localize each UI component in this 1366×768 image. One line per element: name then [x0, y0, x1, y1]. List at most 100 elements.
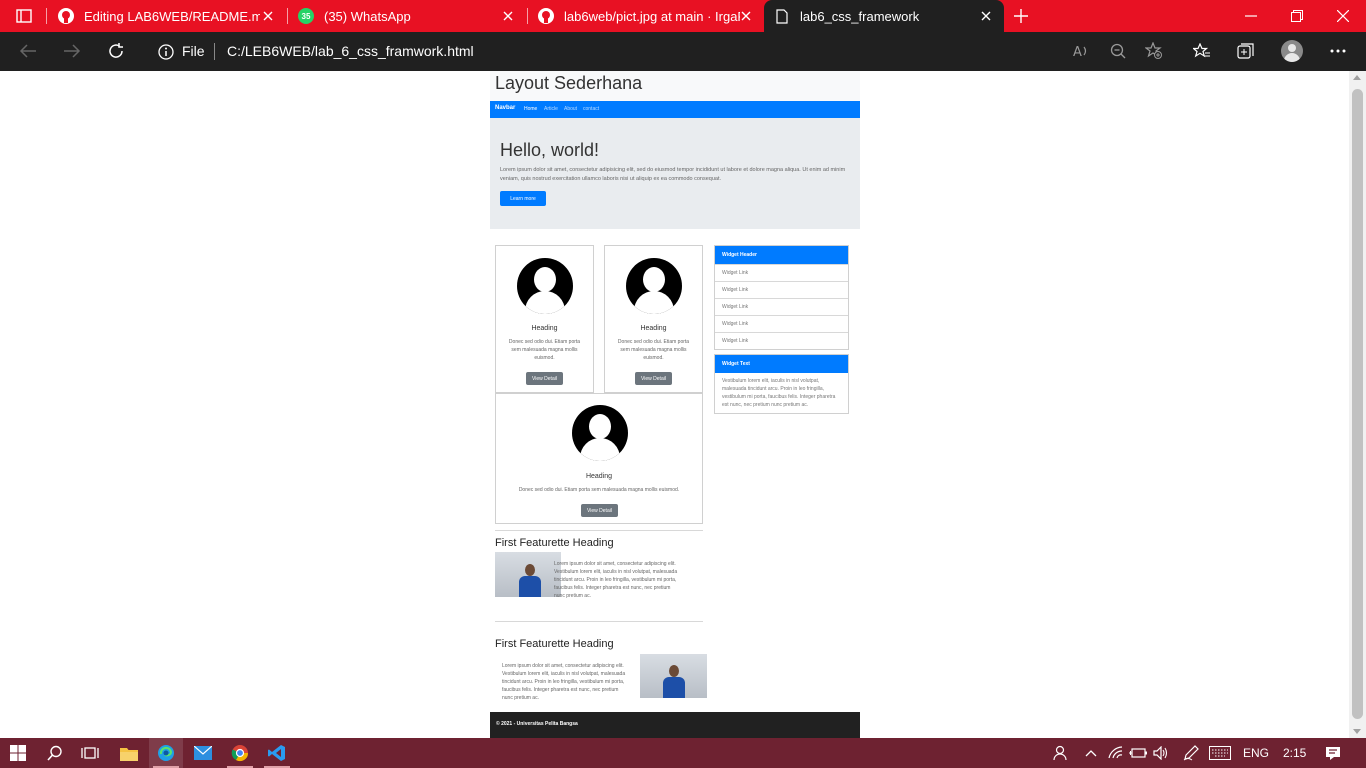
- view-detail-button[interactable]: View Detail: [635, 372, 672, 385]
- tab-actions-icon[interactable]: [10, 6, 38, 26]
- nav-link-about[interactable]: About: [564, 106, 577, 112]
- view-detail-button[interactable]: View Detail: [526, 372, 563, 385]
- navbar-brand[interactable]: Navbar: [495, 105, 515, 111]
- site-navbar: Navbar Home Article About contact: [490, 101, 860, 118]
- vscode-icon[interactable]: [266, 743, 288, 763]
- tab-pict[interactable]: lab6web/pict.jpg at main · IrgaRa: [528, 0, 764, 32]
- minimize-icon[interactable]: [1240, 6, 1262, 26]
- refresh-icon[interactable]: [104, 40, 128, 62]
- taskbar: ENG 2:15: [0, 738, 1366, 768]
- avatar-head: [534, 267, 556, 292]
- avatar-head: [1288, 44, 1296, 52]
- clock[interactable]: 2:15: [1283, 746, 1306, 760]
- featurette-heading: First Featurette Heading: [495, 537, 614, 549]
- file-explorer-icon[interactable]: [118, 743, 140, 763]
- zoom-out-icon[interactable]: [1107, 41, 1129, 61]
- photo-person-body: [663, 677, 685, 698]
- nav-link-contact[interactable]: contact: [583, 106, 599, 112]
- keyboard-icon[interactable]: [1209, 743, 1231, 763]
- card-heading: Heading: [531, 325, 558, 332]
- photo-person-head: [669, 665, 679, 677]
- page-header: Layout Sederhana: [490, 71, 860, 101]
- close-icon[interactable]: [260, 8, 276, 24]
- divider: [495, 621, 703, 622]
- github-icon: [58, 8, 74, 24]
- tab-strip: Editing LAB6WEB/README.md a 35 (35) What…: [0, 0, 1366, 32]
- widget-link[interactable]: Widget Link: [715, 315, 848, 332]
- nav-link-article[interactable]: Article: [544, 106, 558, 112]
- search-icon[interactable]: [44, 743, 66, 763]
- widget-text: Widget Text Vestibulum lorem elit, iacul…: [714, 354, 849, 414]
- widget-links: Widget Header Widget Link Widget Link Wi…: [714, 245, 849, 350]
- profile-card: Heading Donec sed odio dui. Etiam porta …: [495, 393, 703, 524]
- windows-start-icon[interactable]: [7, 743, 29, 763]
- photo-person-body: [519, 576, 541, 597]
- profile-avatar[interactable]: [1281, 40, 1303, 62]
- close-icon[interactable]: [738, 8, 754, 24]
- card-text: Donec sed odio dui. Etiam porta sem male…: [518, 487, 680, 493]
- tab-title: lab6_css_framework: [800, 8, 920, 24]
- add-favorite-icon[interactable]: [1143, 41, 1165, 61]
- featurette-photo: [495, 552, 561, 597]
- address-bar[interactable]: File C:/LEB6WEB/lab_6_css_framwork.html: [146, 36, 1066, 67]
- url-text[interactable]: C:/LEB6WEB/lab_6_css_framwork.html: [227, 43, 474, 59]
- user-avatar-icon: [517, 258, 573, 314]
- chevron-up-icon[interactable]: [1080, 743, 1102, 763]
- scrollbar-thumb[interactable]: [1352, 89, 1363, 719]
- card-text: Donec sed odio dui. Etiam porta sem male…: [617, 339, 690, 361]
- back-icon[interactable]: [16, 40, 40, 62]
- learn-more-button[interactable]: Learn more: [500, 191, 546, 206]
- new-tab-icon[interactable]: [1010, 6, 1032, 26]
- pen-workspace-icon[interactable]: [1180, 743, 1202, 763]
- widget-link[interactable]: Widget Link: [715, 264, 848, 281]
- close-window-icon[interactable]: [1332, 6, 1354, 26]
- favorites-icon[interactable]: [1191, 41, 1213, 61]
- edge-icon[interactable]: [155, 743, 177, 763]
- whatsapp-badge: 35: [298, 8, 314, 24]
- vertical-scrollbar[interactable]: [1349, 71, 1366, 738]
- nav-link-home[interactable]: Home: [524, 106, 537, 112]
- info-icon[interactable]: [158, 44, 174, 60]
- browser-toolbar: File C:/LEB6WEB/lab_6_css_framwork.html …: [0, 32, 1366, 71]
- avatar-body: [634, 291, 674, 314]
- tab-whatsapp[interactable]: 35 (35) WhatsApp: [288, 0, 526, 32]
- people-icon[interactable]: [1050, 743, 1072, 763]
- user-avatar-icon: [626, 258, 682, 314]
- featurette-text: Lorem ipsum dolor sit amet, consectetur …: [554, 561, 678, 599]
- scroll-down-icon[interactable]: [1353, 729, 1361, 734]
- wifi-icon[interactable]: [1105, 743, 1127, 763]
- url-scheme: File: [182, 43, 205, 59]
- card-text: Donec sed odio dui. Etiam porta sem male…: [508, 339, 581, 361]
- view-detail-button[interactable]: View Detail: [581, 504, 618, 517]
- jumbotron-text: Lorem ipsum dolor sit amet, consectetur …: [500, 167, 846, 182]
- tab-separator: [46, 8, 47, 24]
- tab-readme[interactable]: Editing LAB6WEB/README.md a: [48, 0, 286, 32]
- task-view-icon[interactable]: [79, 743, 101, 763]
- language-indicator[interactable]: ENG: [1243, 746, 1269, 760]
- read-aloud-icon[interactable]: A: [1071, 41, 1093, 61]
- tab-lab6-active[interactable]: lab6_css_framework: [764, 0, 1004, 32]
- scroll-up-icon[interactable]: [1353, 75, 1361, 80]
- forward-icon[interactable]: [60, 40, 84, 62]
- widget-header: Widget Header: [715, 246, 848, 264]
- widget-link[interactable]: Widget Link: [715, 281, 848, 298]
- featurette-heading: First Featurette Heading: [495, 638, 614, 650]
- notification-icon[interactable]: [1322, 743, 1344, 763]
- battery-icon[interactable]: [1127, 743, 1149, 763]
- chrome-icon[interactable]: [229, 743, 251, 763]
- avatar-head: [589, 414, 611, 439]
- more-menu-icon[interactable]: [1327, 41, 1349, 61]
- widget-link[interactable]: Widget Link: [715, 332, 848, 349]
- restore-icon[interactable]: [1286, 6, 1308, 26]
- jumbotron: Hello, world! Lorem ipsum dolor sit amet…: [490, 118, 860, 229]
- page-footer: © 2021 - Universitas Pelita Bangsa: [490, 712, 860, 738]
- card-heading: Heading: [585, 473, 613, 480]
- close-icon[interactable]: [978, 8, 994, 24]
- close-icon[interactable]: [500, 8, 516, 24]
- collections-icon[interactable]: [1235, 41, 1257, 61]
- whatsapp-icon: 35: [298, 8, 314, 24]
- widget-body-text: Vestibulum lorem elit, iaculis in nisl v…: [722, 378, 836, 408]
- widget-link[interactable]: Widget Link: [715, 298, 848, 315]
- mail-icon[interactable]: [192, 743, 214, 763]
- volume-icon[interactable]: [1150, 743, 1172, 763]
